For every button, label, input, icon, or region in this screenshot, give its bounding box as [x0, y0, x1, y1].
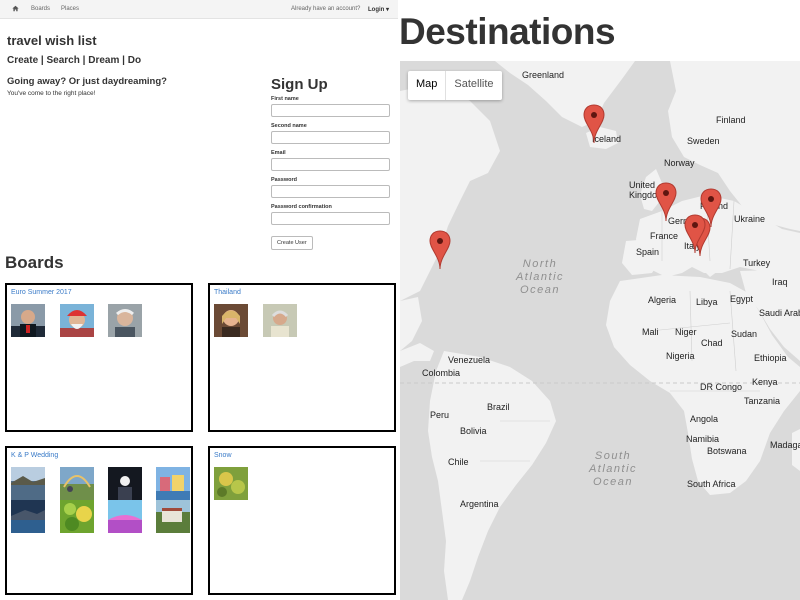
- password-field[interactable]: [271, 185, 390, 198]
- map-label-namibia: Namibia: [686, 434, 720, 444]
- app-title: travel wish list: [7, 33, 97, 48]
- map-label-madagascar: Madaga: [770, 440, 800, 450]
- board-card[interactable]: K & P Wedding: [5, 446, 193, 595]
- destinations-pane: Destinations Map Satellite Greenland Ice…: [398, 0, 800, 600]
- board-title-link[interactable]: Euro Summer 2017: [11, 289, 72, 296]
- account-prompt: Already have an account?: [291, 6, 361, 12]
- map-type-map[interactable]: Map: [408, 71, 445, 100]
- map-type-satellite[interactable]: Satellite: [446, 71, 501, 100]
- board-photo-thumb[interactable]: [156, 500, 190, 533]
- ocean-label-south-atlantic: South Atlantic Ocean: [588, 450, 638, 488]
- board-photo-thumb[interactable]: [60, 500, 94, 533]
- first-name-label: First name: [271, 96, 299, 102]
- password-label: Password: [271, 177, 297, 183]
- map-label-argentina: Argentina: [460, 499, 499, 509]
- map-marker-pin[interactable]: [583, 104, 605, 144]
- map-label-venezuela: Venezuela: [448, 355, 491, 365]
- map-label-botswana: Botswana: [707, 446, 747, 456]
- map-label-angola: Angola: [690, 414, 719, 424]
- board-photo-thumb[interactable]: [108, 304, 142, 337]
- map-label-niger: Niger: [675, 327, 697, 337]
- map-label-finland: Finland: [716, 115, 746, 125]
- board-photo-thumb[interactable]: [214, 467, 248, 500]
- signup-form: Sign Up First name Second name Email Pas…: [271, 76, 391, 250]
- board-photo-thumb[interactable]: [108, 500, 142, 533]
- board-photo-thumb[interactable]: [60, 467, 94, 500]
- map-label-saudi-arabia: Saudi Arab: [759, 308, 800, 318]
- destinations-title: Destinations: [399, 11, 616, 52]
- map-label-colombia: Colombia: [422, 368, 461, 378]
- subtagline: You've come to the right place!: [7, 90, 96, 97]
- map-label-norway: Norway: [664, 158, 695, 168]
- menu-dream[interactable]: Dream: [88, 55, 119, 66]
- menu-do[interactable]: Do: [128, 55, 141, 66]
- destinations-map[interactable]: Map Satellite Greenland Iceland Finland …: [400, 61, 800, 600]
- map-label-iraq: Iraq: [772, 277, 788, 287]
- map-label-spain: Spain: [636, 247, 660, 257]
- second-name-field[interactable]: [271, 131, 390, 144]
- password-confirmation-label: Password confirmation: [271, 204, 332, 210]
- map-label-sudan: Sudan: [731, 329, 758, 339]
- board-photo-thumb[interactable]: [60, 304, 94, 337]
- board-card[interactable]: Snow: [208, 446, 396, 595]
- nav-boards-link[interactable]: Boards: [31, 6, 50, 12]
- board-photo-thumb[interactable]: [11, 467, 45, 500]
- tagline: Going away? Or just daydreaming?: [7, 76, 167, 87]
- second-name-label: Second name: [271, 123, 307, 129]
- map-label-sweden: Sweden: [687, 136, 720, 146]
- first-name-field[interactable]: [271, 104, 390, 117]
- travel-app-pane: Boards Places Already have an account? L…: [0, 0, 398, 600]
- map-label-peru: Peru: [430, 410, 450, 420]
- board-card[interactable]: Euro Summer 2017: [5, 283, 193, 432]
- board-photo-thumb[interactable]: [156, 467, 190, 500]
- map-label-greenland: Greenland: [522, 70, 565, 80]
- board-photo-thumb[interactable]: [11, 304, 45, 337]
- top-navbar: Boards Places Already have an account? L…: [0, 0, 398, 19]
- email-label: Email: [271, 150, 286, 156]
- board-card[interactable]: Thailand: [208, 283, 396, 432]
- nav-places-link[interactable]: Places: [61, 6, 79, 12]
- map-label-france: France: [650, 231, 679, 241]
- board-photo-thumb[interactable]: [263, 304, 297, 337]
- map-label-ethiopia: Ethiopia: [754, 353, 787, 363]
- boards-heading: Boards: [5, 253, 64, 272]
- map-label-dr-congo: DR Congo: [700, 382, 743, 392]
- map-label-ukraine: Ukraine: [734, 214, 766, 224]
- map-label-south-africa: South Africa: [687, 479, 736, 489]
- create-user-button[interactable]: Create User: [271, 236, 313, 250]
- map-type-control: Map Satellite: [408, 71, 502, 100]
- ocean-label-north-atlantic: North Atlantic Ocean: [515, 258, 565, 296]
- home-icon[interactable]: [12, 5, 19, 12]
- login-dropdown[interactable]: Login ▾: [368, 6, 389, 13]
- map-label-chile: Chile: [448, 457, 469, 467]
- email-field[interactable]: [271, 158, 390, 171]
- board-photo-thumb[interactable]: [108, 467, 142, 500]
- board-photo-thumb[interactable]: [11, 500, 45, 533]
- map-label-turkey: Turkey: [743, 258, 771, 268]
- password-confirmation-field[interactable]: [271, 212, 390, 225]
- menu-search[interactable]: Search: [47, 55, 80, 66]
- board-title-link[interactable]: Thailand: [214, 289, 241, 296]
- map-label-bolivia: Bolivia: [460, 426, 487, 436]
- signup-title: Sign Up: [271, 76, 328, 93]
- board-photo-thumb[interactable]: [214, 304, 248, 337]
- map-label-libya: Libya: [696, 297, 718, 307]
- map-marker-pin[interactable]: [684, 214, 706, 254]
- map-label-chad: Chad: [701, 338, 723, 348]
- menu-create[interactable]: Create: [7, 55, 38, 66]
- map-label-egypt: Egypt: [730, 294, 754, 304]
- map-label-algeria: Algeria: [648, 295, 677, 305]
- map-label-tanzania: Tanzania: [744, 396, 781, 406]
- map-label-brazil: Brazil: [487, 402, 510, 412]
- map-label-mali: Mali: [642, 327, 659, 337]
- map-marker-pin[interactable]: [655, 182, 677, 222]
- map-marker-pin[interactable]: [429, 230, 451, 270]
- board-title-link[interactable]: K & P Wedding: [11, 452, 58, 459]
- map-label-nigeria: Nigeria: [666, 351, 695, 361]
- board-title-link[interactable]: Snow: [214, 452, 232, 459]
- app-menu: Create | Search | Dream | Do: [7, 55, 142, 66]
- map-label-kenya: Kenya: [752, 377, 778, 387]
